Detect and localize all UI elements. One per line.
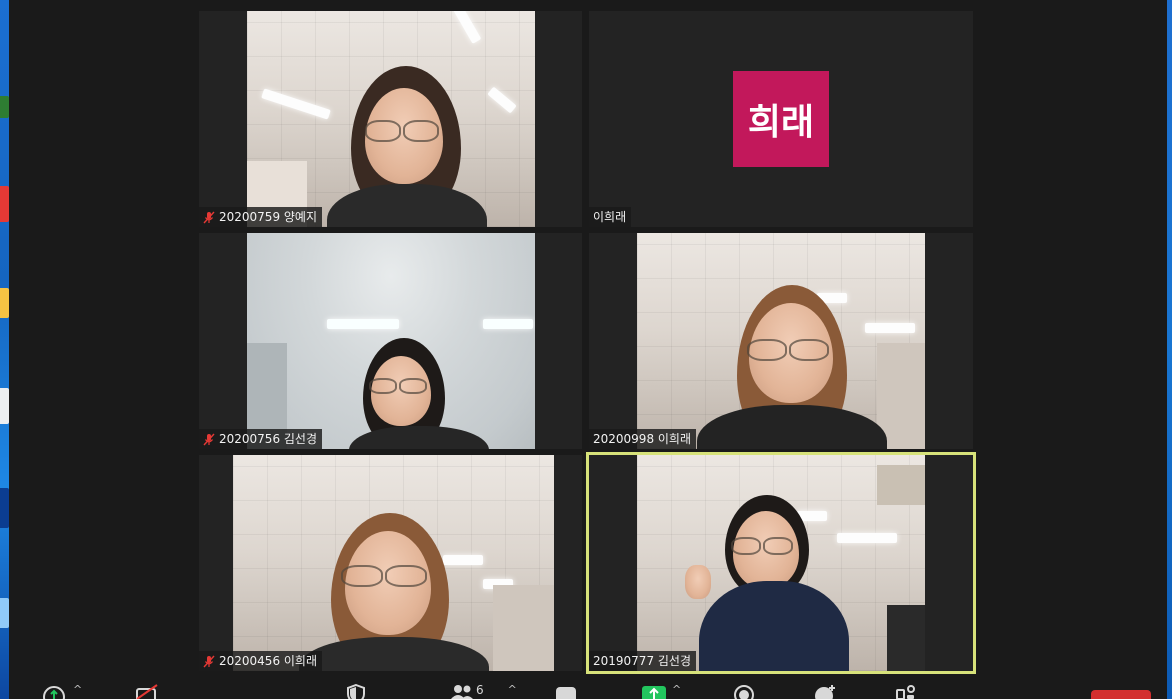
desktop-icon-chrome[interactable] — [0, 186, 9, 222]
leave-button[interactable] — [1091, 690, 1151, 699]
desktop-icon-file[interactable] — [0, 388, 9, 424]
participant-name: 20200756 김선경 — [219, 432, 318, 446]
desktop-icon-folder[interactable] — [0, 288, 9, 318]
muted-mic-icon — [203, 655, 215, 668]
security-icon — [347, 684, 365, 699]
participant-name-tag: 20190777 김선경 — [589, 651, 697, 671]
apps-button[interactable] — [895, 684, 917, 699]
chat-icon — [556, 687, 576, 699]
participant-name-tag: 20200456 이희래 — [199, 651, 323, 671]
participant-tile[interactable]: 20200998 이희래 — [589, 233, 973, 449]
audio-icon — [43, 686, 65, 699]
participant-name-tag: 20200759 양예지 — [199, 207, 323, 227]
video-off-icon — [136, 684, 158, 699]
participant-video — [247, 233, 535, 449]
chat-button[interactable] — [555, 684, 577, 699]
participants-icon — [451, 685, 473, 699]
participant-video — [637, 233, 925, 449]
reactions-icon — [815, 685, 835, 699]
share-screen-button[interactable]: ^ — [642, 684, 681, 699]
participant-video — [637, 455, 925, 671]
participant-name: 20190777 김선경 — [593, 654, 692, 668]
video-button[interactable] — [135, 684, 161, 699]
participant-name: 20200759 양예지 — [219, 210, 318, 224]
desktop: 20200759 양예지 희래 이희래 20200756 김선경 2020099… — [0, 0, 1172, 699]
participant-tile[interactable]: 20200759 양예지 — [199, 11, 582, 227]
desktop-right-edge — [1167, 0, 1172, 699]
audio-button[interactable]: ^ — [41, 684, 82, 699]
participant-tile[interactable]: 희래 이희래 — [589, 11, 973, 227]
muted-mic-icon — [203, 433, 215, 446]
participants-button[interactable]: 6 ^ — [450, 684, 517, 699]
participant-tile[interactable]: 20200756 김선경 — [199, 233, 582, 449]
desktop-icon-app[interactable] — [0, 488, 9, 528]
desktop-icon-nvidia[interactable] — [0, 96, 9, 118]
apps-icon — [896, 685, 915, 699]
participant-tile-active-speaker[interactable]: 20190777 김선경 — [586, 452, 976, 674]
desktop-left-edge — [0, 0, 9, 699]
muted-mic-icon — [203, 211, 215, 224]
participant-name-tag: 20200998 이희래 — [589, 429, 697, 449]
record-icon — [734, 685, 754, 699]
participant-name: 20200456 이희래 — [219, 654, 318, 668]
chevron-up-icon[interactable]: ^ — [672, 684, 681, 696]
participant-video — [233, 455, 554, 671]
record-button[interactable] — [733, 684, 755, 699]
participant-name: 이희래 — [593, 210, 627, 224]
security-button[interactable] — [346, 684, 366, 699]
participants-count: 6 — [476, 683, 484, 697]
participant-video — [247, 11, 535, 227]
zoom-meeting-window: 20200759 양예지 희래 이희래 20200756 김선경 2020099… — [9, 0, 1167, 699]
desktop-icon-document[interactable] — [0, 598, 9, 628]
participant-name-tag: 이희래 — [589, 207, 632, 227]
share-screen-icon — [642, 686, 666, 699]
participant-name-tag: 20200756 김선경 — [199, 429, 323, 449]
participant-avatar: 희래 — [733, 71, 829, 167]
participant-tile[interactable]: 20200456 이희래 — [199, 455, 582, 671]
reactions-button[interactable] — [814, 684, 838, 699]
chevron-up-icon[interactable]: ^ — [73, 684, 82, 696]
chevron-up-icon[interactable]: ^ — [508, 684, 517, 696]
participant-name: 20200998 이희래 — [593, 432, 692, 446]
meeting-toolbar: ^ 6 ^ ^ — [9, 676, 1167, 699]
